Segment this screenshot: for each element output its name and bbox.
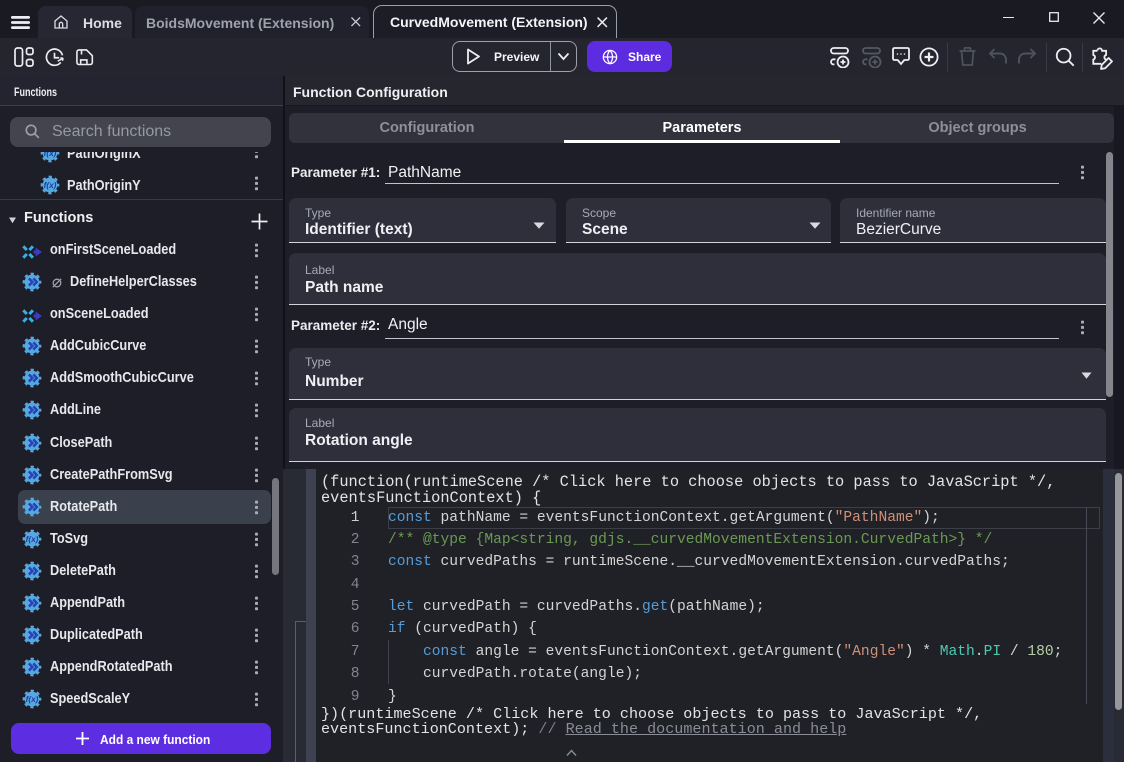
svg-text:f(x): f(x) [26,695,39,704]
svg-text:f(x): f(x) [26,535,39,544]
svg-text:f(x): f(x) [44,181,57,190]
